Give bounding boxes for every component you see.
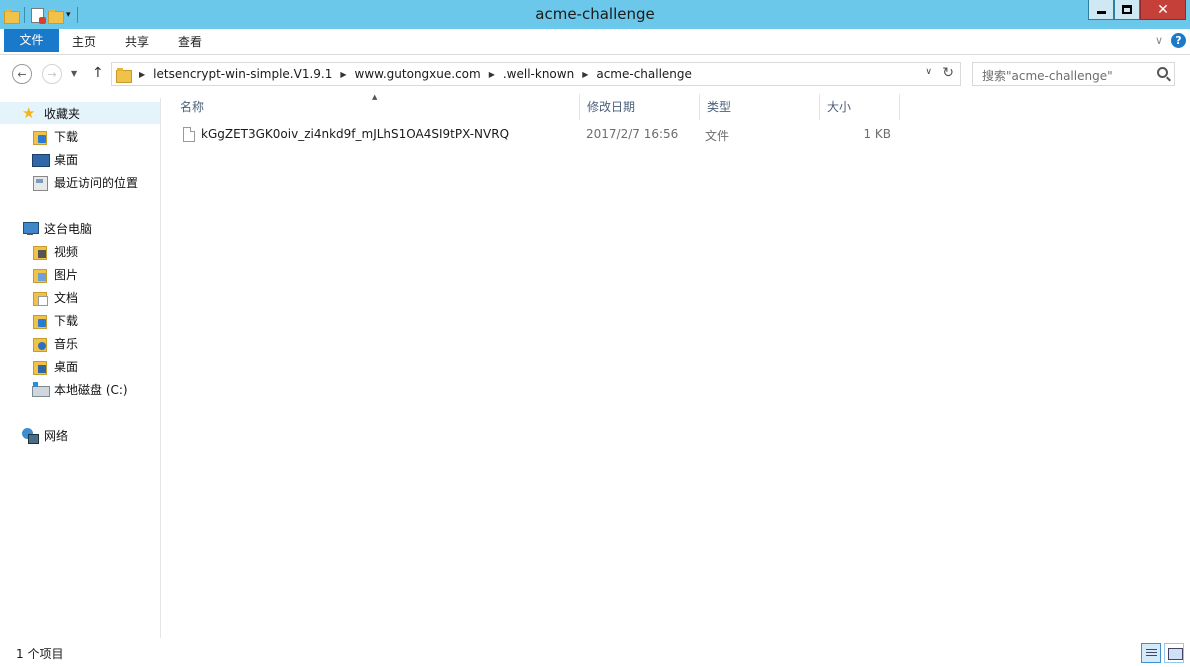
file-modified: 2017/2/7 16:56 — [586, 127, 679, 141]
navigation-pane: 收藏夹 下载 桌面 最近访问的位置 这台电脑 视频 图片 文档 下载 音乐 桌面 — [0, 98, 161, 638]
nav-this-pc[interactable]: 这台电脑 — [22, 217, 92, 239]
window-controls: ✕ — [1088, 0, 1186, 20]
nav-label: 音乐 — [54, 336, 79, 351]
help-icon[interactable]: ? — [1171, 33, 1186, 48]
title-bar: ▾ acme-challenge ✕ — [0, 0, 1190, 29]
nav-item-music[interactable]: 音乐 — [32, 332, 78, 354]
item-count: 1 个项目 — [16, 647, 64, 661]
maximize-button[interactable] — [1114, 0, 1140, 20]
nav-label: 桌面 — [54, 359, 79, 374]
file-list: ▲ 名称 修改日期 类型 大小 kGgZET3GK0oiv_zi4nkd9f_m… — [162, 92, 1190, 638]
breadcrumb-separator-icon[interactable]: ▶ — [136, 70, 148, 79]
file-row[interactable]: kGgZET3GK0oiv_zi4nkd9f_mJLhS1OA4SI9tPX-N… — [174, 124, 901, 146]
breadcrumb-separator-icon[interactable]: ▶ — [337, 70, 349, 79]
music-folder-icon — [32, 336, 48, 352]
nav-item-documents[interactable]: 文档 — [32, 286, 78, 308]
column-header-size[interactable]: 大小 — [820, 94, 900, 120]
nav-item-videos[interactable]: 视频 — [32, 240, 78, 262]
drive-icon — [32, 381, 50, 397]
recent-locations-icon[interactable]: ▼ — [71, 69, 77, 78]
breadcrumb-item-current[interactable]: acme-challenge — [591, 67, 697, 81]
desktop-folder-icon — [32, 359, 48, 375]
breadcrumb-separator-icon[interactable]: ▶ — [579, 70, 591, 79]
nav-label: 桌面 — [54, 152, 79, 167]
maximize-icon — [1122, 5, 1132, 14]
address-dropdown-icon[interactable]: ∨ — [925, 67, 932, 77]
window-title: acme-challenge — [535, 5, 655, 23]
column-header-name[interactable]: 名称 — [173, 94, 580, 120]
recent-places-icon — [32, 175, 48, 191]
file-size: 1 KB — [863, 127, 891, 141]
breadcrumb-item[interactable]: www.gutongxue.com — [350, 67, 486, 81]
nav-favorites[interactable]: 收藏夹 — [0, 102, 160, 124]
tab-file[interactable]: 文件 — [4, 29, 59, 52]
network-icon — [22, 427, 39, 444]
desktop-icon — [32, 152, 50, 167]
nav-label: 最近访问的位置 — [54, 175, 139, 190]
downloads-folder-icon — [32, 313, 48, 329]
tab-share[interactable]: 共享 — [125, 30, 149, 54]
breadcrumb: ▶ letsencrypt-win-simple.V1.9.1 ▶ www.gu… — [116, 63, 697, 85]
nav-item-downloads[interactable]: 下载 — [32, 125, 78, 147]
up-arrow-icon[interactable]: ↑ — [92, 65, 104, 81]
nav-label: 这台电脑 — [44, 221, 93, 236]
nav-item-pictures[interactable]: 图片 — [32, 263, 78, 285]
nav-item-local-disk[interactable]: 本地磁盘 (C:) — [32, 378, 128, 400]
documents-folder-icon — [32, 290, 48, 306]
nav-item-desktop[interactable]: 桌面 — [32, 148, 78, 170]
nav-label: 图片 — [54, 267, 79, 282]
nav-label: 网络 — [44, 428, 69, 443]
tab-view[interactable]: 查看 — [178, 30, 202, 54]
forward-button[interactable]: → — [42, 64, 62, 84]
view-switcher — [1141, 643, 1184, 663]
back-button[interactable]: ← — [12, 64, 32, 84]
breadcrumb-item[interactable]: .well-known — [498, 67, 579, 81]
nav-label: 本地磁盘 (C:) — [54, 382, 128, 397]
close-button[interactable]: ✕ — [1140, 0, 1186, 20]
pictures-folder-icon — [32, 267, 48, 283]
search-box[interactable]: 搜索"acme-challenge" — [972, 62, 1175, 86]
nav-label: 收藏夹 — [44, 106, 81, 121]
nav-item-desktop-pc[interactable]: 桌面 — [32, 355, 78, 377]
nav-label: 下载 — [54, 313, 79, 328]
folder-icon — [116, 67, 132, 83]
navigation-bar: ← → ▼ ↑ ▶ letsencrypt-win-simple.V1.9.1 … — [0, 56, 1190, 92]
file-type: 文件 — [705, 129, 730, 143]
refresh-icon[interactable]: ↻ — [942, 65, 954, 81]
breadcrumb-item[interactable]: letsencrypt-win-simple.V1.9.1 — [148, 67, 337, 81]
details-view-icon[interactable] — [1141, 643, 1161, 663]
computer-icon — [22, 221, 39, 236]
nav-label: 文档 — [54, 290, 79, 305]
nav-network[interactable]: 网络 — [22, 424, 68, 446]
column-header-modified[interactable]: 修改日期 — [580, 94, 700, 120]
search-icon[interactable] — [1157, 67, 1168, 78]
large-icons-view-icon[interactable] — [1164, 643, 1184, 663]
chevron-down-icon[interactable]: ∨ — [1155, 34, 1163, 47]
column-header-type[interactable]: 类型 — [700, 94, 820, 120]
minimize-icon — [1096, 11, 1106, 14]
ribbon-right-controls: ∨ ? — [1155, 33, 1186, 48]
minimize-button[interactable] — [1088, 0, 1114, 20]
ribbon-tabs: 文件 主页 共享 查看 ∨ ? — [0, 29, 1190, 55]
tab-home[interactable]: 主页 — [72, 30, 96, 54]
file-icon — [183, 127, 195, 142]
breadcrumb-separator-icon[interactable]: ▶ — [486, 70, 498, 79]
nav-label: 视频 — [54, 244, 79, 259]
videos-folder-icon — [32, 244, 48, 260]
nav-item-downloads-pc[interactable]: 下载 — [32, 309, 78, 331]
nav-label: 下载 — [54, 129, 79, 144]
search-placeholder: 搜索"acme-challenge" — [982, 69, 1113, 83]
address-bar[interactable]: ▶ letsencrypt-win-simple.V1.9.1 ▶ www.gu… — [111, 62, 961, 86]
star-icon — [22, 104, 38, 122]
file-name: kGgZET3GK0oiv_zi4nkd9f_mJLhS1OA4SI9tPX-N… — [201, 127, 510, 141]
nav-item-recent-places[interactable]: 最近访问的位置 — [32, 171, 138, 193]
status-bar: 1 个项目 — [0, 640, 1190, 667]
downloads-folder-icon — [32, 129, 48, 145]
